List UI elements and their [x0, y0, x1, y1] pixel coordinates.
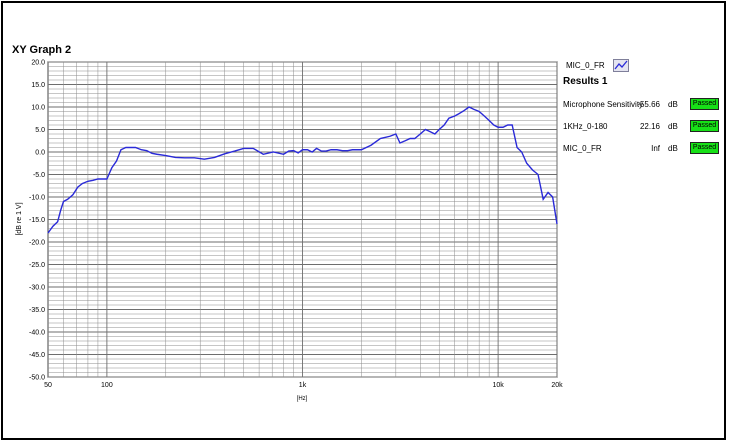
y-tick-label: 15.0	[31, 82, 45, 89]
x-tick-label: 100	[101, 382, 113, 389]
y-tick-label: 0.0	[35, 150, 45, 157]
results-title: Results 1	[563, 76, 608, 87]
y-axis-ticks: 20.0 15.0 10.0 5.0 0.0 -5.0 -10.0 -15.0 -20.0 -25…	[29, 60, 45, 382]
x-axis-ticks: 50 100 1k 10k 20k	[44, 382, 563, 389]
x-tick-label: 10k	[492, 382, 504, 389]
result-value: Inf	[651, 144, 660, 153]
y-tick-label: -20.0	[29, 240, 45, 247]
result-name: MIC_0_FR	[563, 144, 602, 153]
x-tick-label: 1k	[299, 382, 307, 389]
y-tick-label: -35.0	[29, 307, 45, 314]
legend-series-label: MIC_0_FR	[566, 61, 605, 70]
line-plot-icon[interactable]	[612, 59, 629, 72]
result-value: -55.66	[637, 100, 660, 109]
result-unit: dB	[668, 100, 678, 109]
y-tick-label: -40.0	[29, 330, 45, 337]
result-unit: dB	[668, 144, 678, 153]
x-axis-label: [Hz]	[297, 396, 308, 402]
result-name: Microphone Sensitivity	[563, 100, 644, 109]
y-tick-label: 5.0	[35, 127, 45, 134]
status-badge-passed: Passed	[690, 142, 719, 154]
x-tick-label: 50	[44, 382, 52, 389]
y-axis-label: [dB re 1 V]	[16, 202, 23, 235]
x-tick-label: 20k	[551, 382, 563, 389]
y-tick-label: -30.0	[29, 285, 45, 292]
plot-legend[interactable]: MIC_0_FR	[566, 59, 629, 72]
result-value: 22.16	[639, 122, 660, 131]
status-badge-passed: Passed	[690, 98, 719, 110]
result-unit: dB	[668, 122, 678, 131]
y-tick-label: 10.0	[31, 105, 45, 112]
y-tick-label: -5.0	[33, 172, 45, 179]
y-tick-label: -45.0	[29, 352, 45, 359]
y-tick-label: -50.0	[29, 375, 45, 382]
y-tick-label: -15.0	[29, 217, 45, 224]
result-row-mic-0-fr: MIC_0_FR Inf dB Passed	[563, 142, 723, 155]
result-row-microphone-sensitivity: Microphone Sensitivity -55.66 dB Passed	[563, 98, 723, 111]
result-row-1khz: 1KHz_0-180 22.16 dB Passed	[563, 120, 723, 133]
status-badge-passed: Passed	[690, 120, 719, 132]
y-tick-label: 20.0	[31, 60, 45, 67]
y-tick-label: -25.0	[29, 262, 45, 269]
y-tick-label: -10.0	[29, 195, 45, 202]
result-name: 1KHz_0-180	[563, 122, 608, 131]
